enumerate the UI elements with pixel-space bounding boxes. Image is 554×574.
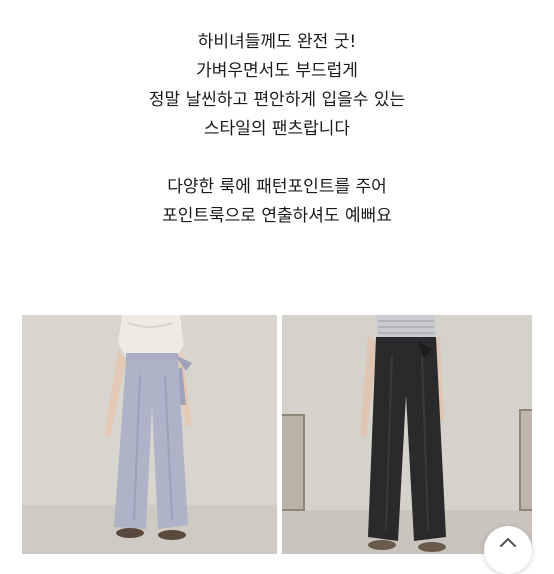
product-description: 하비녀들께도 완전 굿! 가벼우면서도 부드럽게 정말 날씬하고 편안하게 입을… xyxy=(0,28,554,231)
description-line: 포인트룩으로 연출하셔도 예뻐요 xyxy=(162,206,392,226)
description-line: 다양한 룩에 패턴포인트를 주어 xyxy=(167,177,387,197)
description-line: 정말 날씬하고 편안하게 입을수 있는 xyxy=(148,90,406,110)
description-line: 스타일의 팬츠랍니다 xyxy=(203,119,351,139)
product-photo-lavender-pants xyxy=(22,315,277,554)
scroll-to-top-button[interactable] xyxy=(484,526,532,574)
description-line: 하비녀들께도 완전 굿! xyxy=(197,32,357,52)
description-line: 가벼우면서도 부드럽게 xyxy=(196,61,358,81)
product-photo-black-pants xyxy=(282,315,532,554)
chevron-up-icon xyxy=(499,526,517,552)
